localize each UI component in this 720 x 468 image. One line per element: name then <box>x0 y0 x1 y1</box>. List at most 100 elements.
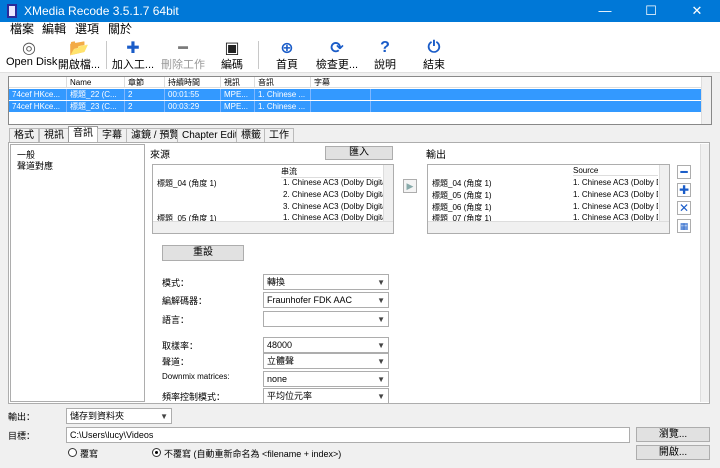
output-mode-value: 儲存到資料夾 <box>70 411 125 421</box>
delete-job-button[interactable]: ━ 刪除工作 <box>158 37 208 73</box>
import-button[interactable]: 匯入 <box>325 146 393 160</box>
downmix-select[interactable]: none ▼ <box>263 371 389 387</box>
menu-edit[interactable]: 編輯 <box>38 22 70 37</box>
open-folder-button[interactable]: 開啟... <box>636 445 710 460</box>
tab-video[interactable]: 視訊 <box>39 128 69 142</box>
job-list: Name 章節 持續時間 視訊 音訊 字幕 74cef HKce... 標題_2… <box>8 76 712 125</box>
table-cell: 標題_23 (C... <box>67 101 125 112</box>
output-hscrollbar[interactable] <box>428 221 669 233</box>
source-stream: 3. Chinese AC3 (Dolby Digital <box>283 202 383 211</box>
column-header[interactable]: 視訊 <box>221 77 255 88</box>
chevron-down-icon: ▼ <box>377 341 385 350</box>
menu-file[interactable]: 檔案 <box>6 22 38 37</box>
output-mode-select[interactable]: 儲存到資料夾 ▼ <box>66 408 172 424</box>
source-stream: 2. Chinese AC3 (Dolby Digital <box>283 190 383 199</box>
tab-format[interactable]: 格式 <box>9 128 39 142</box>
move-right-button[interactable]: ▶ <box>403 179 417 193</box>
table-cell <box>311 101 371 112</box>
language-select[interactable]: ▼ <box>263 311 389 327</box>
title-bar: XMedia Recode 3.5.1.7 64bit — ☐ ✕ <box>0 0 720 22</box>
reset-button[interactable]: 重設 <box>162 245 244 261</box>
rate-control-label: 頻率控制模式： <box>162 392 226 402</box>
source-label: 來源 <box>150 150 170 161</box>
column-header[interactable]: 字幕 <box>311 77 703 88</box>
menu-about[interactable]: 關於 <box>104 22 136 37</box>
globe-icon: ⊕ <box>280 40 294 57</box>
menu-options[interactable]: 選項 <box>71 22 103 37</box>
rate-control-select[interactable]: 平均位元率 ▼ <box>263 388 389 404</box>
tab-jobs[interactable]: 工作 <box>264 128 294 142</box>
app-icon <box>7 4 17 18</box>
exit-button[interactable]: ⏻ 結束 <box>412 37 456 73</box>
check-update-button[interactable]: ⟳ 檢查更... <box>312 37 362 73</box>
plus-icon: ✚ <box>678 183 690 197</box>
folder-icon: 📂 <box>69 40 89 57</box>
open-disk-button[interactable]: ◎ Open Disk <box>6 37 57 73</box>
source-title: 標題_05 (角度 1) <box>157 214 217 221</box>
codec-value: Fraunhofer FDK AAC <box>267 295 353 305</box>
add-job-button[interactable]: ✚ 加入工... <box>110 37 156 73</box>
minus-icon: ━ <box>178 40 188 57</box>
clear-streams-button[interactable]: ✕ <box>677 201 691 215</box>
codec-select[interactable]: Fraunhofer FDK AAC ▼ <box>263 292 389 308</box>
output-source: 1. Chinese AC3 (Dolby Di <box>573 202 658 211</box>
remove-stream-button[interactable]: ━ <box>677 165 691 179</box>
list-item-channel-mapping[interactable]: 聲道對應 <box>17 159 53 172</box>
language-label: 語言： <box>162 315 190 325</box>
column-header[interactable]: Name <box>67 77 125 88</box>
encode-button[interactable]: ▣ 編碼 <box>212 37 252 73</box>
column-header[interactable] <box>9 77 67 88</box>
stream-properties-button[interactable]: ▦ <box>677 219 691 233</box>
table-cell: MPE... <box>221 89 255 100</box>
tab-audio[interactable]: 音訊 <box>68 126 98 142</box>
source-stream-list: 串流 標題_04 (角度 1) 1. Chinese AC3 (Dolby Di… <box>152 164 394 234</box>
output-label: 輸出 <box>426 150 446 161</box>
joblist-scrollbar[interactable] <box>701 77 711 124</box>
help-icon: ? <box>380 39 390 56</box>
table-row[interactable]: 74cef HKce... 標題_23 (C... 2 00:03:29 MPE… <box>9 101 703 112</box>
panel-scrollbar[interactable] <box>700 144 709 402</box>
column-header[interactable]: 持續時間 <box>165 77 221 88</box>
tab-filter-preview[interactable]: 濾鏡 / 預覽 <box>126 128 185 142</box>
table-row[interactable]: 74cef HKce... 標題_22 (C... 2 00:01:55 MPE… <box>9 89 703 100</box>
column-header[interactable]: 章節 <box>125 77 165 88</box>
no-overwrite-radio[interactable] <box>152 448 161 457</box>
browse-button[interactable]: 瀏覽... <box>636 427 710 442</box>
maximize-button[interactable]: ☐ <box>628 0 674 22</box>
film-icon: ▣ <box>224 40 240 57</box>
source-title: 標題_04 (角度 1) <box>157 179 217 188</box>
mode-select[interactable]: 轉換 ▼ <box>263 274 389 290</box>
samplerate-label: 取樣率： <box>162 341 199 351</box>
open-file-button[interactable]: 📂 開啟檔... <box>56 37 102 73</box>
help-button[interactable]: ? 說明 <box>364 37 406 73</box>
channels-select[interactable]: 立體聲 ▼ <box>263 353 389 369</box>
source-stream: 1. Chinese AC3 (Dolby Digital <box>283 178 383 187</box>
column-header[interactable]: Source <box>573 166 658 176</box>
target-path-field[interactable]: C:\Users\lucy\Videos <box>66 427 630 443</box>
minimize-button[interactable]: — <box>582 0 628 22</box>
source-stream: 1. Chinese AC3 (Dolby Digital <box>283 213 383 221</box>
tab-subtitle[interactable]: 字幕 <box>97 128 127 142</box>
downmix-value: none <box>267 374 288 384</box>
source-vscrollbar[interactable] <box>383 165 393 221</box>
toolbar: ◎ Open Disk 📂 開啟檔... ✚ 加入工... ━ 刪除工作 ▣ 編… <box>0 37 720 73</box>
add-stream-button[interactable]: ✚ <box>677 183 691 197</box>
table-cell: 74cef HKce... <box>9 101 67 112</box>
samplerate-select[interactable]: 48000 ▼ <box>263 337 389 353</box>
table-cell: 1. Chinese ... <box>255 101 311 112</box>
output-vscrollbar[interactable] <box>659 165 669 221</box>
table-cell: MPE... <box>221 101 255 112</box>
column-header[interactable]: 音訊 <box>255 77 311 88</box>
minus-icon: ━ <box>680 165 688 179</box>
source-hscrollbar[interactable] <box>153 221 393 233</box>
table-cell: 74cef HKce... <box>9 89 67 100</box>
overwrite-radio[interactable] <box>68 448 77 457</box>
column-header[interactable]: 串流 <box>281 166 381 178</box>
refresh-icon: ⟳ <box>330 40 344 57</box>
tab-tags[interactable]: 標籤 <box>236 128 266 142</box>
table-cell: 2 <box>125 89 165 100</box>
homepage-button[interactable]: ⊕ 首頁 <box>266 37 308 73</box>
close-button[interactable]: ✕ <box>674 0 720 22</box>
output-source: 1. Chinese AC3 (Dolby Di <box>573 213 658 221</box>
target-path-value: C:\Users\lucy\Videos <box>70 430 154 440</box>
